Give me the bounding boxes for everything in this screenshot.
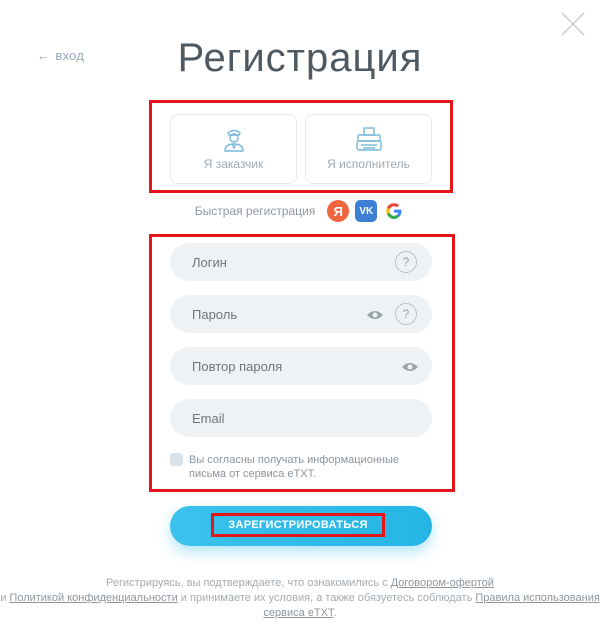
close-icon[interactable] — [558, 9, 588, 39]
offer-link[interactable]: Договором-офертой — [391, 577, 494, 589]
newsletter-checkbox[interactable] — [170, 453, 183, 466]
newsletter-label: Вы согласны получать информационные пись… — [189, 454, 399, 480]
quick-registration-label: Быстрая регистрация — [194, 204, 316, 218]
role-customer-button[interactable]: Я заказчик — [170, 114, 297, 184]
eye-icon[interactable] — [401, 360, 419, 372]
login-input[interactable] — [170, 243, 432, 281]
eye-icon[interactable] — [366, 308, 384, 320]
typewriter-icon — [354, 125, 384, 153]
quick-registration: Быстрая регистрация Я VK — [0, 200, 600, 222]
role-customer-label: Я заказчик — [203, 157, 264, 171]
terms-notice: Регистрируясь, вы подтверждаете, что озн… — [0, 577, 600, 619]
vk-icon[interactable]: VK — [355, 200, 378, 222]
page-title: Регистрация — [177, 36, 423, 80]
register-button[interactable]: ЗАРЕГИСТРИРОВАТЬСЯ — [170, 506, 432, 546]
login-help-icon[interactable]: ? — [395, 251, 417, 273]
repeat-password-input[interactable] — [170, 347, 432, 385]
customer-icon — [219, 125, 249, 153]
register-button-label: ЗАРЕГИСТРИРОВАТЬСЯ — [211, 513, 385, 537]
google-icon[interactable] — [383, 200, 405, 222]
password-help-icon[interactable]: ? — [395, 303, 417, 325]
yandex-icon[interactable]: Я — [327, 200, 350, 222]
email-input[interactable] — [170, 399, 432, 437]
role-contractor-button[interactable]: Я исполнитель — [305, 114, 432, 184]
role-contractor-label: Я исполнитель — [327, 157, 410, 171]
password-input[interactable] — [170, 295, 432, 333]
privacy-link[interactable]: Политикой конфиденциальности — [9, 592, 177, 604]
